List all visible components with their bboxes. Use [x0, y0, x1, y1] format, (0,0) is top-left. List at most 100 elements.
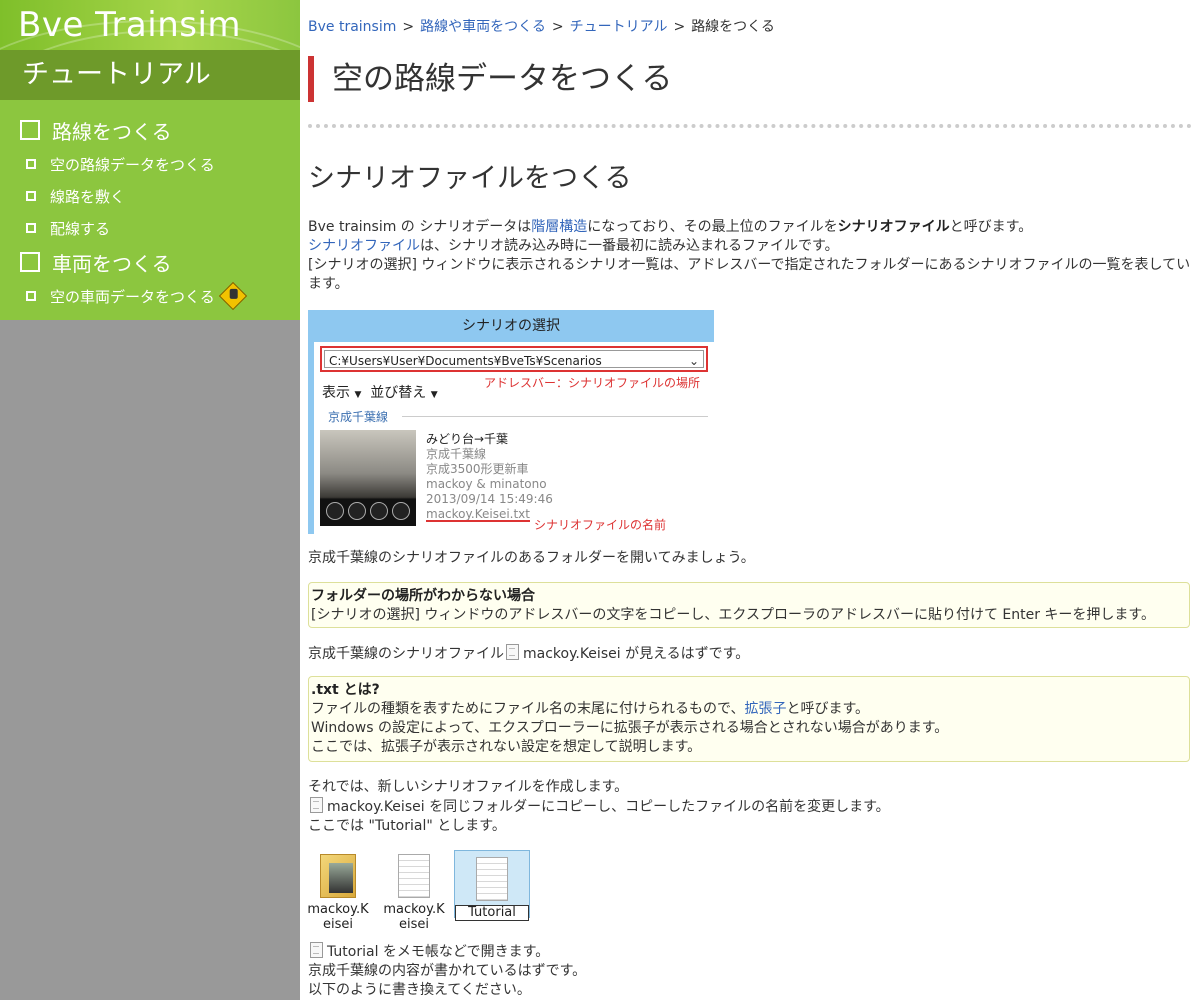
text: 以下のように書き換えてください。 — [308, 982, 531, 998]
file-name: mackoy.Keisei — [327, 799, 425, 815]
file-icon — [310, 797, 323, 813]
text: をメモ帳などで開きます。 — [382, 944, 550, 960]
note-text: Windows の設定によって、エクスプローラーに拡張子が表示される場合とされな… — [311, 720, 949, 736]
scenario-author: mackoy & minatono — [426, 477, 547, 491]
sidebar-item-empty-vehicle[interactable]: 空の車両データをつくる — [0, 280, 300, 312]
figure-toolbar: 表示 ▼ 並び替え ▼ — [322, 385, 438, 401]
scenario-info: みどり台→千葉 京成千葉線 京成3500形更新車 mackoy & minato… — [426, 432, 553, 522]
note-text: ここでは、拡張子が表示されない設定を想定して説明します。 — [311, 739, 702, 755]
file-label: mackoy.Keisei — [307, 902, 369, 932]
sidebar-group-vehicle[interactable]: 車両をつくる — [0, 244, 300, 280]
link-scenario-file[interactable]: シナリオファイル — [308, 238, 420, 254]
intro-text: [シナリオの選択] ウィンドウに表示されるシナリオ一覧は、アドレスバーで指定され… — [308, 257, 1191, 292]
intro-text: Bve trainsim の シナリオデータは — [308, 219, 532, 235]
group-label: 京成千葉線 — [328, 410, 389, 424]
bullet-icon — [26, 223, 36, 233]
file-name: Tutorial — [327, 944, 379, 960]
main-content: Bve trainsim > 路線や車両をつくる > チュートリアル > 路線をつくる 空の… — [306, 0, 1192, 1000]
breadcrumb-link-create[interactable]: 路線や車両をつくる — [420, 19, 546, 35]
sidebar: Bve Trainsim チュートリアル 路線をつくる 空の路線データをつくる … — [0, 0, 300, 1000]
group-divider — [402, 416, 708, 417]
file-label: mackoy.Keisei — [383, 902, 445, 932]
scenario-selection-screenshot: シナリオの選択 C:¥Users¥User¥Documents¥BveTs¥Sc… — [308, 310, 714, 534]
file-item[interactable]: mackoy.Keisei — [382, 854, 446, 932]
checkbox-icon — [20, 120, 40, 140]
window-title: シナリオの選択 — [308, 310, 714, 342]
text: それでは、新しいシナリオファイルを作成します。 — [308, 779, 629, 795]
document-icon — [398, 854, 430, 898]
toolbar-sort: 並び替え — [370, 385, 427, 401]
intro-text: になっており、その最上位のファイルを — [587, 219, 838, 235]
sidebar-item-label: 線路を敷く — [50, 187, 126, 206]
breadcrumb-link-tutorial[interactable]: チュートリアル — [570, 19, 668, 35]
sidebar-section-title[interactable]: チュートリアル — [0, 50, 300, 100]
note-body: [シナリオの選択] ウィンドウのアドレスバーの文字をコピーし、エクスプローラのア… — [311, 607, 1156, 623]
note-title: .txt とは? — [311, 682, 380, 698]
open-folder-text: 京成千葉線のシナリオファイルのあるフォルダーを開いてみましょう。 — [308, 550, 755, 566]
intro-text: と呼びます。 — [949, 219, 1033, 235]
scenario-date: 2013/09/14 15:49:46 — [426, 492, 553, 506]
folder-item[interactable]: mackoy.Keisei — [306, 854, 370, 932]
scenario-vehicle: 京成3500形更新車 — [426, 462, 529, 476]
divider — [308, 124, 1192, 128]
file-underline — [426, 520, 530, 522]
breadcrumb: Bve trainsim > 路線や車両をつくる > チュートリアル > 路線をつくる — [308, 19, 775, 35]
file-icon — [506, 644, 519, 660]
note-title: フォルダーの場所がわからない場合 — [311, 588, 535, 604]
file-annotation: シナリオファイルの名前 — [534, 518, 667, 532]
note-text: と呼びます。 — [786, 701, 870, 717]
sidebar-item-wiring[interactable]: 配線する — [0, 212, 300, 244]
link-extension[interactable]: 拡張子 — [744, 701, 786, 717]
sidebar-group-label: 車両をつくる — [52, 251, 172, 276]
rename-field[interactable]: Tutorial — [455, 905, 529, 921]
site-logo[interactable]: Bve Trainsim — [0, 0, 300, 50]
sidebar-item-empty-route[interactable]: 空の路線データをつくる — [0, 148, 300, 180]
file-item-selected[interactable]: Tutorial — [454, 850, 530, 921]
under-construction-icon — [218, 281, 247, 311]
text: 京成千葉線のシナリオファイル — [308, 646, 504, 662]
text: が見えるはずです。 — [625, 646, 750, 662]
bullet-icon — [26, 291, 36, 301]
note-folder-location: フォルダーの場所がわからない場合 [シナリオの選択] ウィンドウのアドレスバーの… — [308, 582, 1190, 628]
sidebar-nav: 路線をつくる 空の路線データをつくる 線路を敷く 配線する 車両をつくる 空の車… — [0, 100, 300, 320]
bullet-icon — [26, 159, 36, 169]
sidebar-group-route[interactable]: 路線をつくる — [0, 112, 300, 148]
checkbox-icon — [20, 252, 40, 272]
section-heading: シナリオファイルをつくる — [308, 163, 632, 194]
sidebar-item-lay-track[interactable]: 線路を敷く — [0, 180, 300, 212]
create-instructions: それでは、新しいシナリオファイルを作成します。 mackoy.Keisei を同… — [308, 778, 1192, 836]
intro-text: は、シナリオ読み込み時に一番最初に読み込まれるファイルです。 — [420, 238, 839, 254]
sidebar-item-label: 空の車両データをつくる — [50, 287, 215, 306]
scenario-thumbnail — [320, 430, 416, 526]
breadcrumb-current: 路線をつくる — [691, 19, 775, 35]
sidebar-item-label: 配線する — [50, 219, 111, 238]
toolbar-view: 表示 — [322, 385, 350, 401]
text: ここでは "Tutorial" とします。 — [308, 818, 506, 834]
breadcrumb-link-home[interactable]: Bve trainsim — [308, 19, 396, 35]
scenario-line: 京成千葉線 — [426, 447, 487, 461]
address-text: C:¥Users¥User¥Documents¥BveTs¥Scenarios — [329, 354, 602, 368]
page-title: 空の路線データをつくる — [332, 61, 673, 97]
text: を同じフォルダーにコピーし、コピーしたファイルの名前を変更します。 — [429, 799, 890, 815]
intro-paragraph: Bve trainsim の シナリオデータは階層構造になっており、その最上位の… — [308, 218, 1192, 294]
intro-bold: シナリオファイル — [837, 219, 950, 235]
address-annotation: アドレスバー：シナリオファイルの場所 — [484, 376, 701, 390]
sidebar-item-label: 空の路線データをつくる — [50, 155, 215, 174]
scenario-route: みどり台→千葉 — [426, 432, 509, 446]
file-icon — [310, 942, 323, 958]
note-txt-extension: .txt とは? ファイルの種類を表すためにファイル名の末尾に付けられるもので、… — [308, 676, 1190, 762]
chevron-down-icon: ⌄ — [688, 354, 699, 368]
link-hierarchy[interactable]: 階層構造 — [531, 219, 587, 235]
note-text: ファイルの種類を表すためにファイル名の末尾に付けられるもので、 — [311, 701, 745, 717]
sidebar-group-label: 路線をつくる — [52, 119, 172, 144]
open-instructions: Tutorial をメモ帳などで開きます。 京成千葉線の内容が書かれているはずで… — [308, 942, 1192, 1000]
file-name: mackoy.Keisei — [523, 646, 621, 662]
folder-icon — [320, 854, 356, 898]
title-bar: 空の路線データをつくる — [308, 56, 672, 102]
document-icon — [476, 857, 508, 901]
text: 京成千葉線の内容が書かれているはずです。 — [308, 963, 587, 979]
visible-file-text: 京成千葉線のシナリオファイル mackoy.Keisei が見えるはずです。 — [308, 644, 1192, 664]
bullet-icon — [26, 191, 36, 201]
address-bar: C:¥Users¥User¥Documents¥BveTs¥Scenarios ⌄ — [320, 346, 708, 372]
logo-text: Bve Trainsim — [18, 5, 242, 45]
